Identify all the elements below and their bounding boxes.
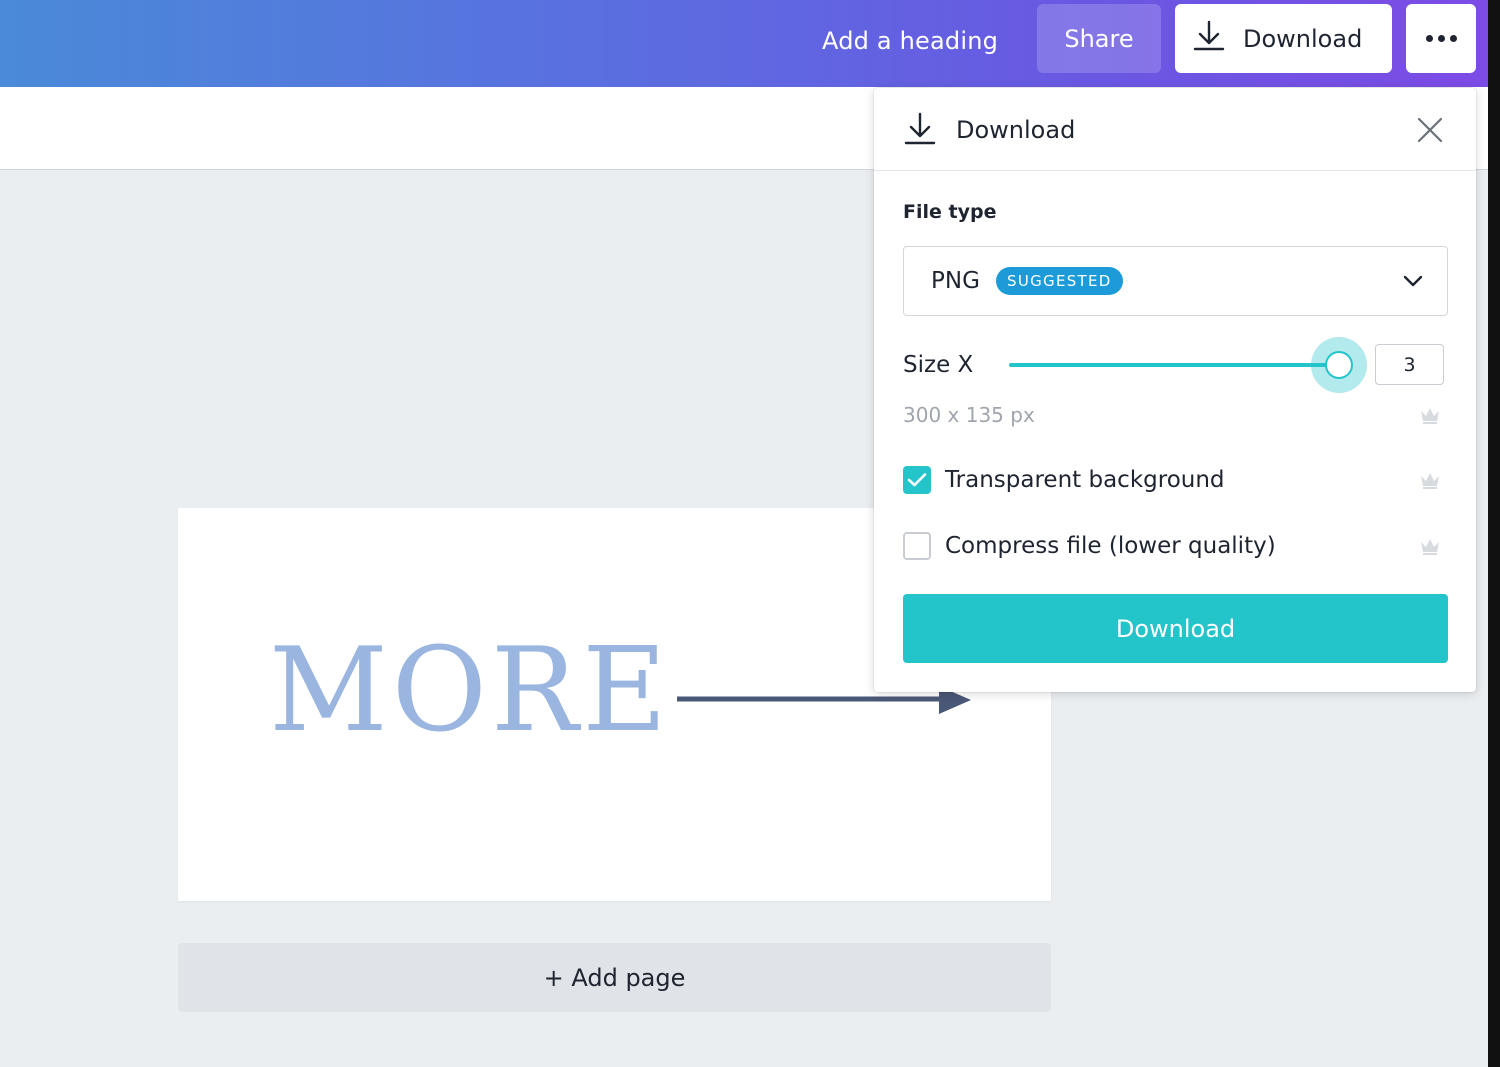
close-icon[interactable]	[1414, 114, 1446, 146]
more-icon-dot	[1437, 35, 1445, 42]
compress-file-label: Compress file (lower quality)	[945, 533, 1276, 559]
download-icon	[1193, 20, 1225, 58]
add-heading-link[interactable]: Add a heading	[822, 24, 998, 58]
size-input[interactable]	[1375, 344, 1444, 385]
share-button[interactable]: Share	[1037, 4, 1161, 73]
compress-file-checkbox[interactable]	[903, 532, 931, 560]
size-label: Size X	[903, 352, 974, 378]
slider-handle[interactable]	[1325, 351, 1353, 379]
crown-icon	[1419, 405, 1441, 429]
option-transparent-background[interactable]: Transparent background	[903, 463, 1225, 497]
panel-title: Download	[956, 116, 1076, 144]
more-icon-dot	[1449, 35, 1457, 42]
file-type-label: File type	[903, 201, 997, 223]
top-bar: Add a heading Share Download	[0, 0, 1488, 87]
file-type-select[interactable]: PNG SUGGESTED	[903, 246, 1448, 316]
download-panel-header: Download	[874, 88, 1476, 171]
download-button-top[interactable]: Download	[1175, 4, 1392, 73]
chevron-down-icon	[1402, 273, 1424, 293]
crown-icon	[1419, 470, 1441, 494]
more-options-button[interactable]	[1406, 4, 1476, 73]
crown-icon	[1419, 536, 1441, 560]
transparent-background-label: Transparent background	[945, 467, 1225, 493]
download-icon	[904, 112, 936, 150]
option-compress-file[interactable]: Compress file (lower quality)	[903, 529, 1276, 563]
check-icon	[907, 473, 927, 487]
more-icon	[1425, 35, 1433, 42]
file-type-value: PNG	[931, 268, 980, 294]
transparent-background-checkbox[interactable]	[903, 466, 931, 494]
download-panel: Download File type PNG SUGGESTED Size X	[874, 88, 1476, 692]
download-button[interactable]: Download	[903, 594, 1448, 663]
download-button-top-label: Download	[1243, 24, 1363, 53]
arrow-right-icon[interactable]	[677, 686, 977, 726]
output-dimensions: 300 x 135 px	[903, 403, 1035, 427]
canva-editor: Add a heading Share Download MORE + Add …	[0, 0, 1488, 1067]
add-page-button[interactable]: + Add page	[178, 943, 1051, 1012]
slider-track[interactable]	[1009, 363, 1339, 367]
page-text-more[interactable]: MORE	[269, 626, 671, 756]
suggested-badge: SUGGESTED	[996, 267, 1123, 295]
size-slider[interactable]	[1009, 337, 1367, 393]
